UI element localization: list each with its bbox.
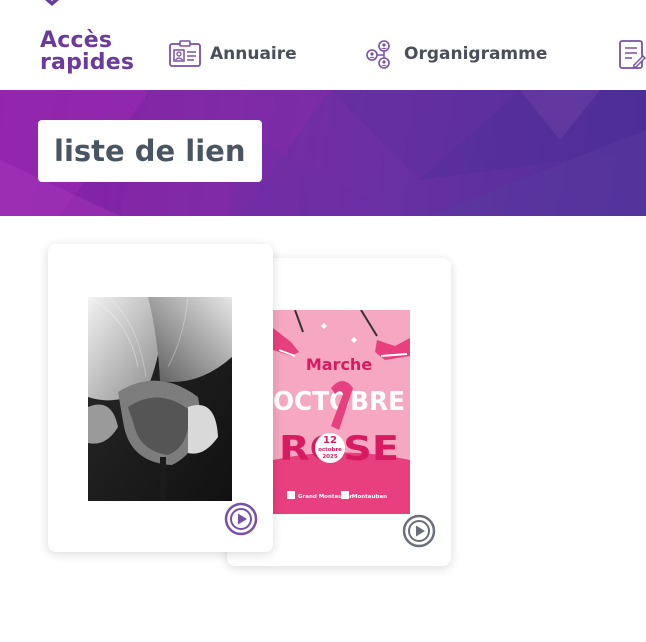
quick-access-title-line2: rapides [40,50,135,75]
quick-access-annuaire[interactable]: Annuaire [168,36,297,72]
poster-line1: Marche [306,355,372,374]
quick-access-annuaire-label: Annuaire [210,44,297,64]
photo-thumbnail [88,297,232,501]
quick-access-title-line1: Accès [40,28,113,53]
link-card[interactable] [48,244,273,552]
logo-icon [45,0,59,6]
quick-access-organigramme[interactable]: Organigramme [364,36,547,72]
org-chart-icon [366,40,390,69]
poster-year: 2025 [322,454,337,460]
quick-access-title: Accès rapides [40,30,134,74]
id-card-icon [169,40,201,67]
page-banner: liste de lien [0,90,646,216]
octobre-rose-poster: Marche OCTOBRE ROSE 12 octobre 2025 Gran… [273,310,410,514]
banner-title: liste de lien [38,120,262,182]
form-icon [619,40,646,69]
poster-month: octobre [318,447,342,453]
play-icon[interactable] [224,502,258,536]
poster-day: 12 [323,435,337,446]
quick-access-forms[interactable] [618,36,646,72]
play-icon[interactable] [402,514,436,548]
poster-thumbnail: Marche OCTOBRE ROSE 12 octobre 2025 Gran… [273,310,410,514]
poster-logo-right: Montauban [352,494,387,500]
quick-access-organigramme-label: Organigramme [404,44,548,64]
white-flower-photo [88,297,232,501]
